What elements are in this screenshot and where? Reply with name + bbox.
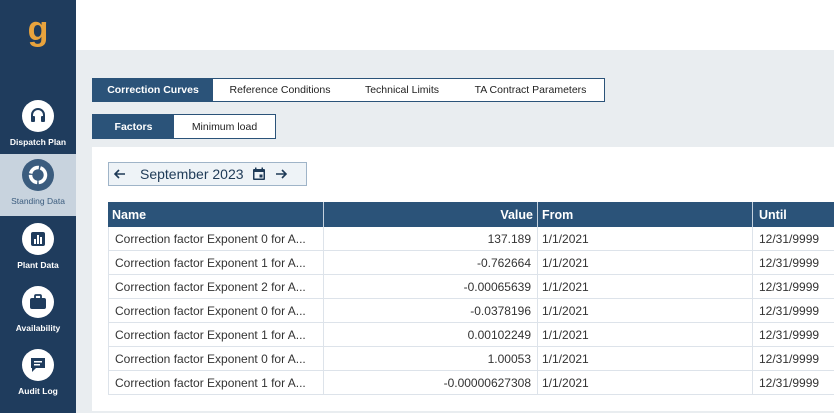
cell-from: 1/1/2021	[538, 371, 753, 394]
cell-until: 12/31/9999	[759, 351, 820, 366]
tab-factors[interactable]: Factors	[93, 115, 174, 138]
current-month-label: September 2023	[140, 166, 244, 182]
nav-plant-data[interactable]: Plant Data	[0, 218, 76, 280]
cell-until: 12/31/9999	[759, 231, 820, 246]
tab-correction-curves[interactable]: Correction Curves	[93, 79, 213, 101]
tab-minimum-load[interactable]: Minimum load	[174, 115, 275, 138]
cell-until: 12/31/9999	[759, 375, 820, 390]
calendar-icon	[253, 167, 265, 180]
cell-value: 137.189	[324, 227, 538, 250]
cell-name: Correction factor Exponent 1 for A...	[108, 371, 324, 394]
primary-tabs: Correction Curves Reference Conditions T…	[92, 78, 605, 102]
cell-value: 0.00102249	[324, 323, 538, 346]
cell-name: Correction factor Exponent 0 for A...	[108, 347, 324, 370]
svg-text:g: g	[28, 14, 49, 48]
calendar-button[interactable]	[248, 163, 270, 185]
table-row[interactable]: Correction factor Exponent 1 for A... 0.0…	[108, 323, 834, 347]
table-body: Correction factor Exponent 0 for A... 137…	[108, 227, 834, 395]
previous-month-button[interactable]	[109, 163, 131, 185]
headset-icon	[22, 100, 54, 132]
cell-from: 1/1/2021	[538, 323, 753, 346]
table-row[interactable]: Correction factor Exponent 0 for A... -0.…	[108, 299, 834, 323]
cell-until: 12/31/9999	[759, 303, 820, 318]
bar-chart-icon	[22, 223, 54, 255]
briefcase-icon	[22, 286, 54, 318]
table-header: Name Value From Until	[108, 202, 834, 227]
cell-name: Correction factor Exponent 1 for A...	[108, 323, 324, 346]
top-header	[76, 0, 834, 50]
app-logo[interactable]: g	[0, 14, 76, 58]
cell-name: Correction factor Exponent 0 for A...	[108, 227, 324, 250]
nav-label: Plant Data	[17, 260, 59, 270]
spinner-ring-icon	[22, 159, 54, 191]
cell-from: 1/1/2021	[538, 251, 753, 274]
next-month-button[interactable]	[270, 163, 292, 185]
cell-value: -0.0378196	[324, 299, 538, 322]
tab-reference-conditions[interactable]: Reference Conditions	[213, 79, 347, 101]
nav-label: Availability	[15, 323, 61, 333]
column-header-from[interactable]: From	[538, 202, 753, 227]
arrow-left-icon	[113, 169, 125, 179]
cell-until: 12/31/9999	[759, 255, 820, 270]
table-row[interactable]: Correction factor Exponent 0 for A... 137…	[108, 227, 834, 251]
cell-from: 1/1/2021	[538, 227, 753, 250]
cell-until: 12/31/9999	[759, 327, 820, 342]
chat-bubble-icon	[22, 349, 54, 381]
column-header-name[interactable]: Name	[108, 202, 324, 227]
nav-label: Dispatch Plan	[9, 137, 67, 147]
arrow-right-icon	[276, 169, 288, 179]
sidebar: g Dispatch Plan Standing Data Plant Data…	[0, 0, 76, 413]
cell-from: 1/1/2021	[538, 299, 753, 322]
cell-until: 12/31/9999	[759, 279, 820, 294]
cell-from: 1/1/2021	[538, 275, 753, 298]
nav-standing-data[interactable]: Standing Data	[0, 154, 76, 216]
cell-value: 1.00053	[324, 347, 538, 370]
factors-table: Name Value From Until Correction factor …	[108, 202, 834, 395]
table-row[interactable]: Correction factor Exponent 1 for A... -0.…	[108, 251, 834, 275]
table-row[interactable]: Correction factor Exponent 2 for A... -0.…	[108, 275, 834, 299]
table-row[interactable]: Correction factor Exponent 1 for A... -0.…	[108, 371, 834, 395]
nav-availability[interactable]: Availability	[0, 281, 76, 343]
tab-technical-limits[interactable]: Technical Limits	[347, 79, 457, 101]
cell-name: Correction factor Exponent 2 for A...	[108, 275, 324, 298]
nav-label: Standing Data	[11, 196, 65, 206]
cell-from: 1/1/2021	[538, 347, 753, 370]
column-header-value[interactable]: Value	[324, 202, 538, 227]
tab-ta-contract-parameters[interactable]: TA Contract Parameters	[457, 79, 604, 101]
table-row[interactable]: Correction factor Exponent 0 for A... 1.0…	[108, 347, 834, 371]
cell-value: -0.762664	[324, 251, 538, 274]
nav-audit-log[interactable]: Audit Log	[0, 344, 76, 406]
cell-value: -0.00065639	[324, 275, 538, 298]
nav-dispatch-plan[interactable]: Dispatch Plan	[0, 95, 76, 157]
cell-name: Correction factor Exponent 0 for A...	[108, 299, 324, 322]
logo-g-icon: g	[28, 14, 49, 48]
cell-name: Correction factor Exponent 1 for A...	[108, 251, 324, 274]
cell-value: -0.00000627308	[324, 371, 538, 394]
month-navigator: September 2023	[108, 162, 307, 186]
secondary-tabs: Factors Minimum load	[92, 114, 276, 139]
column-header-until[interactable]: Until	[753, 202, 834, 227]
nav-label: Audit Log	[18, 386, 58, 396]
